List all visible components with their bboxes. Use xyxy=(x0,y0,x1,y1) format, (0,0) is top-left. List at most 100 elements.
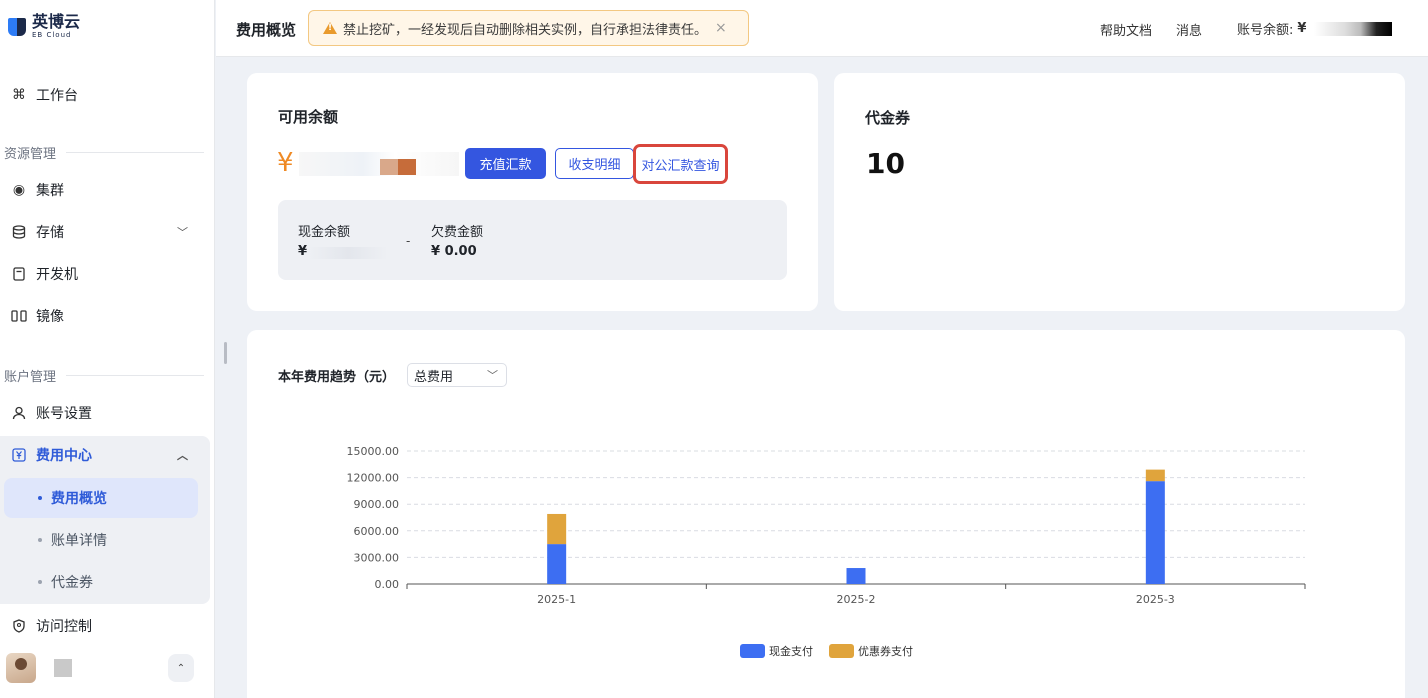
card-title: 可用余额 xyxy=(278,108,339,126)
switch-account-button[interactable]: ⌃ xyxy=(168,654,194,682)
y-tick-label: 6000.00 xyxy=(354,525,400,538)
sidebar: 英博云 EB Cloud ⌘ 工作台 资源管理 ◉ 集群 存储 ﹀ 开发机 镜像… xyxy=(0,0,215,698)
bullet xyxy=(38,496,42,500)
balance-card: 可用余额 ¥ 充值汇款 收支明细 对公汇款查询 现金余额 ¥ - 欠费金额 ¥ … xyxy=(247,73,818,311)
balance-breakdown: 现金余额 ¥ - 欠费金额 ¥ 0.00 xyxy=(278,200,787,280)
debt-label: 欠费金额 xyxy=(431,225,484,240)
device-icon xyxy=(10,265,28,283)
sidebar-subitem-vouchers[interactable]: 代金券 xyxy=(4,562,198,602)
x-tick-label: 2025-1 xyxy=(537,593,576,606)
sidebar-item-workbench[interactable]: ⌘ 工作台 xyxy=(0,75,210,115)
section-label: 资源管理 xyxy=(4,147,57,162)
shield-icon xyxy=(10,617,28,635)
brand-name: 英博云 xyxy=(32,12,81,31)
account-balance[interactable]: 账号余额: ¥ xyxy=(1237,19,1393,38)
sidebar-item-devbox[interactable]: 开发机 xyxy=(0,254,210,294)
sidebar-item-label: 存储 xyxy=(36,225,64,241)
balance-label: 账号余额: xyxy=(1237,23,1294,38)
mask-block xyxy=(380,159,398,175)
help-docs-link[interactable]: 帮助文档 xyxy=(1100,20,1152,39)
sidebar-item-access-control[interactable]: 访问控制 xyxy=(0,606,210,646)
topbar: 费用概览 禁止挖矿，一经发现后自动删除相关实例，自行承担法律责任。 × 帮助文档… xyxy=(216,0,1428,57)
voucher-card: 代金券 10 xyxy=(834,73,1405,311)
separator: - xyxy=(406,234,411,248)
sidebar-subitem-label: 账单详情 xyxy=(51,533,107,549)
user-icon xyxy=(10,404,28,422)
cluster-icon: ◉ xyxy=(12,182,26,198)
bar-cash xyxy=(547,544,567,584)
section-label: 账户管理 xyxy=(4,370,57,385)
sidebar-subitem-label: 费用概览 xyxy=(51,491,107,507)
section-resources: 资源管理 xyxy=(4,143,204,162)
y-tick-label: 15000.00 xyxy=(347,445,400,458)
sidebar-subitem-label: 代金券 xyxy=(51,575,93,591)
sidebar-resize-handle[interactable] xyxy=(224,342,227,364)
page-title: 费用概览 xyxy=(236,21,297,39)
sidebar-item-storage[interactable]: 存储 ﹀ xyxy=(0,212,210,252)
messages-link[interactable]: 消息 xyxy=(1176,20,1202,39)
bar-cash xyxy=(1145,481,1165,584)
sidebar-item-label: 费用中心 xyxy=(36,448,92,464)
bar-cash xyxy=(846,568,866,584)
trend-card: 本年费用趋势（元） 总费用 ﹀ 0.00 3000.00 6000.00 9000.0… xyxy=(247,330,1405,698)
chevron-up-icon: ︿ xyxy=(177,449,188,462)
chevron-down-icon: ﹀ xyxy=(177,226,188,239)
yen-icon xyxy=(10,446,28,464)
legend-label: 现金支付 xyxy=(769,644,813,658)
balance-currency: ¥ xyxy=(1297,21,1307,36)
sidebar-item-label: 集群 xyxy=(36,183,64,199)
balance-currency: ¥ xyxy=(277,148,294,178)
sidebar-item-label: 开发机 xyxy=(36,267,78,283)
avatar[interactable] xyxy=(6,653,36,683)
bullet xyxy=(38,538,42,542)
sidebar-item-cluster[interactable]: ◉ 集群 xyxy=(0,170,210,210)
sidebar-item-label: 账号设置 xyxy=(36,406,92,422)
image-icon xyxy=(10,307,28,325)
legend-swatch xyxy=(829,644,854,658)
sidebar-item-billing-center[interactable]: 费用中心 ︿ xyxy=(0,435,210,475)
cash-balance-masked xyxy=(308,247,388,259)
recharge-button[interactable]: 充值汇款 xyxy=(465,148,546,179)
bullet xyxy=(38,580,42,584)
notice-banner: 禁止挖矿，一经发现后自动删除相关实例，自行承担法律责任。 × xyxy=(308,10,749,46)
cash-balance-currency: ¥ xyxy=(298,244,308,259)
close-icon[interactable]: × xyxy=(715,20,727,36)
logo-icon xyxy=(8,16,26,38)
legend-swatch xyxy=(740,644,765,658)
database-icon xyxy=(10,223,28,241)
y-tick-label: 0.00 xyxy=(375,578,400,591)
voucher-count: 10 xyxy=(866,147,905,180)
sidebar-item-label: 工作台 xyxy=(36,88,78,104)
debt-value: ¥ 0.00 xyxy=(431,244,477,259)
y-tick-label: 12000.00 xyxy=(347,472,400,485)
x-tick-label: 2025-3 xyxy=(1136,593,1175,606)
sidebar-item-account-settings[interactable]: 账号设置 xyxy=(0,393,210,433)
warning-icon xyxy=(323,22,337,34)
transaction-details-button[interactable]: 收支明细 xyxy=(555,148,634,179)
corporate-transfer-query-button[interactable]: 对公汇款查询 xyxy=(633,144,728,184)
sidebar-item-image[interactable]: 镜像 xyxy=(0,296,210,336)
sidebar-item-label: 镜像 xyxy=(36,309,64,325)
user-profile[interactable]: ⌃ xyxy=(6,652,198,684)
card-title: 代金券 xyxy=(865,109,911,127)
brand-logo[interactable]: 英博云 EB Cloud xyxy=(8,14,80,39)
notice-text: 禁止挖矿，一经发现后自动删除相关实例，自行承担法律责任。 xyxy=(343,22,708,38)
brand-name-en: EB Cloud xyxy=(32,31,72,39)
sidebar-subitem-overview[interactable]: 费用概览 xyxy=(4,478,198,518)
y-tick-label: 3000.00 xyxy=(354,551,400,564)
legend-label: 优惠券支付 xyxy=(858,644,913,658)
chevron-updown-icon: ⌃ xyxy=(176,662,186,674)
y-tick-label: 9000.00 xyxy=(354,498,400,511)
x-tick-label: 2025-2 xyxy=(837,593,876,606)
sidebar-subitem-bill-details[interactable]: 账单详情 xyxy=(4,520,198,560)
username-masked xyxy=(54,659,72,677)
sidebar-item-label: 访问控制 xyxy=(36,619,92,635)
clover-icon: ⌘ xyxy=(12,87,26,103)
balance-amount-masked xyxy=(299,152,459,176)
mask-block xyxy=(398,159,416,175)
balance-masked xyxy=(1314,21,1393,36)
section-account: 账户管理 xyxy=(4,366,204,385)
bar-voucher xyxy=(547,513,567,545)
trend-chart: 0.00 3000.00 6000.00 9000.00 12000.00 15000.0… xyxy=(347,445,1306,658)
bar-voucher xyxy=(1145,469,1165,482)
